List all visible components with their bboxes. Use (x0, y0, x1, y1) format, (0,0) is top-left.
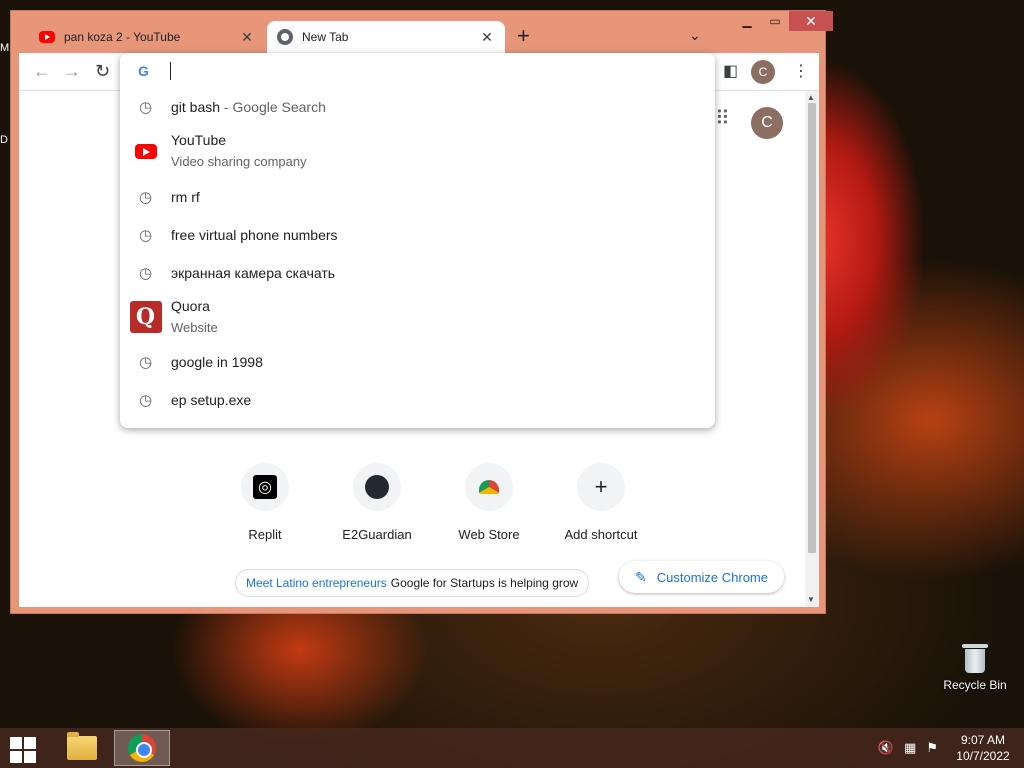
recycle-bin[interactable]: Recycle Bin (940, 642, 1010, 692)
suggestion-text: YouTube (171, 132, 227, 148)
file-explorer-button[interactable] (54, 730, 110, 766)
network-icon[interactable]: ▦ (904, 740, 916, 756)
address-bar[interactable]: G (120, 53, 715, 89)
window-controls: ▁ ▭ ✕ (733, 11, 833, 33)
tab-search-chevron-icon[interactable]: ⌄ (689, 27, 701, 44)
forward-arrow-icon[interactable]: → (63, 61, 81, 82)
minimize-icon[interactable]: ▁ (733, 11, 761, 31)
customize-chrome-button[interactable]: ✎ Customize Chrome (619, 561, 784, 593)
tab-youtube[interactable]: pan koza 2 - YouTube ✕ (29, 21, 265, 53)
tab-new-tab[interactable]: New Tab ✕ (267, 21, 505, 53)
suggestion-item[interactable]: ◷ free virtual phone numbers (120, 217, 715, 253)
tab-title: New Tab (302, 30, 349, 44)
shortcut-label: E2Guardian (342, 527, 412, 542)
promo-banner: Meet Latino entrepreneurs Google for Sta… (235, 569, 590, 597)
suggestion-text: google in 1998 (171, 354, 263, 370)
github-icon (365, 475, 389, 499)
suggestion-item[interactable]: ◷ экранная камера скачать (120, 255, 715, 291)
reload-icon[interactable]: ↻ (95, 61, 110, 82)
history-clock-icon: ◷ (138, 265, 153, 282)
close-tab-icon[interactable]: ✕ (239, 29, 255, 46)
youtube-icon (134, 143, 157, 159)
add-shortcut-button[interactable]: + Add shortcut (545, 463, 657, 542)
suggestion-subtext: - Google Search (220, 99, 326, 115)
clock-time: 9:07 AM (960, 733, 1006, 747)
promo-link[interactable]: Meet Latino entrepreneurs (246, 576, 387, 590)
promo-text: Google for Startups is helping grow (390, 576, 579, 590)
folder-icon (67, 732, 97, 760)
history-clock-icon: ◷ (138, 189, 153, 206)
suggestion-item[interactable]: Q Quora Website (120, 293, 715, 341)
history-clock-icon: ◷ (138, 227, 153, 244)
recycle-bin-label: Recycle Bin (943, 678, 1007, 692)
text-cursor (170, 62, 171, 80)
suggestion-item[interactable]: ◷ rm rf (120, 179, 715, 215)
history-clock-icon: ◷ (138, 392, 153, 409)
scroll-down-icon[interactable]: ▼ (807, 595, 815, 604)
side-panel-icon[interactable]: ◧ (723, 61, 738, 81)
webstore-icon (479, 480, 499, 494)
close-tab-icon[interactable]: ✕ (479, 29, 495, 46)
google-account-avatar[interactable]: C (751, 107, 783, 139)
shortcut-label: Web Store (458, 527, 520, 542)
shortcut-grid: ◎ Replit E2Guardian Web Store + Add shor… (209, 463, 657, 542)
google-g-icon: G (138, 63, 149, 79)
recycle-bin-icon (962, 642, 988, 674)
taskbar: 🔇 ▦ ⚑ 9:07 AM 10/7/2022 (0, 728, 1024, 768)
pencil-icon: ✎ (635, 568, 647, 585)
suggestion-text: Quora (171, 298, 210, 314)
more-menu-icon[interactable]: ⋮ (793, 61, 809, 81)
maximize-icon[interactable]: ▭ (761, 11, 789, 31)
suggestion-text: rm rf (171, 189, 200, 205)
volume-muted-icon[interactable]: 🔇 (878, 740, 894, 756)
suggestion-item[interactable]: ◷ google in 1998 (120, 344, 715, 380)
shortcut-replit[interactable]: ◎ Replit (209, 463, 321, 542)
shortcut-label: Add shortcut (564, 527, 638, 542)
youtube-icon (39, 31, 55, 43)
system-tray: 🔇 ▦ ⚑ 9:07 AM 10/7/2022 (878, 728, 1024, 768)
page-scrollbar[interactable]: ▲ ▼ (805, 91, 819, 607)
new-tab-button[interactable]: + (517, 25, 530, 47)
history-clock-icon: ◷ (138, 99, 153, 116)
scroll-up-icon[interactable]: ▲ (807, 93, 815, 102)
chrome-icon (277, 29, 293, 45)
desktop-edge-text: M (0, 42, 10, 54)
suggestion-text: free virtual phone numbers (171, 227, 338, 243)
shortcut-web-store[interactable]: Web Store (433, 463, 545, 542)
shortcut-e2guardian[interactable]: E2Guardian (321, 463, 433, 542)
suggestion-description: Website (171, 320, 218, 335)
omnibox-dropdown: G ◷ git bash - Google Search YouTube Vide… (120, 53, 715, 428)
plus-icon: + (594, 474, 608, 499)
action-center-flag-icon[interactable]: ⚑ (926, 740, 938, 756)
tab-title: pan koza 2 - YouTube (64, 30, 181, 44)
suggestion-item[interactable]: ◷ ep setup.exe (120, 382, 715, 418)
suggestion-text: git bash (171, 99, 221, 115)
close-window-icon[interactable]: ✕ (789, 11, 833, 31)
customize-label: Customize Chrome (656, 569, 768, 585)
google-apps-icon[interactable]: ⠿ (715, 109, 730, 129)
chrome-taskbar-button[interactable] (114, 730, 170, 766)
suggestion-description: Video sharing company (171, 154, 307, 169)
clock-date: 10/7/2022 (956, 749, 1010, 763)
profile-avatar[interactable]: C (751, 60, 775, 84)
shortcut-label: Replit (248, 527, 282, 542)
history-clock-icon: ◷ (138, 354, 153, 371)
suggestion-text: ep setup.exe (171, 392, 252, 408)
suggestion-item[interactable]: ◷ git bash - Google Search (120, 89, 715, 125)
suggestion-text: экранная камера скачать (171, 265, 336, 281)
back-arrow-icon[interactable]: ← (33, 61, 51, 82)
scrollbar-thumb[interactable] (808, 103, 816, 553)
tab-strip: pan koza 2 - YouTube ✕ New Tab ✕ + ⌄ ▁ ▭… (11, 11, 833, 53)
quora-icon: Q (129, 301, 162, 333)
chrome-icon (128, 734, 156, 762)
desktop-edge-text: D (0, 134, 8, 146)
replit-icon: ◎ (253, 475, 277, 499)
clock[interactable]: 9:07 AM 10/7/2022 (948, 732, 1018, 764)
suggestion-item[interactable]: YouTube Video sharing company (120, 127, 715, 175)
windows-start-icon[interactable] (8, 734, 38, 764)
